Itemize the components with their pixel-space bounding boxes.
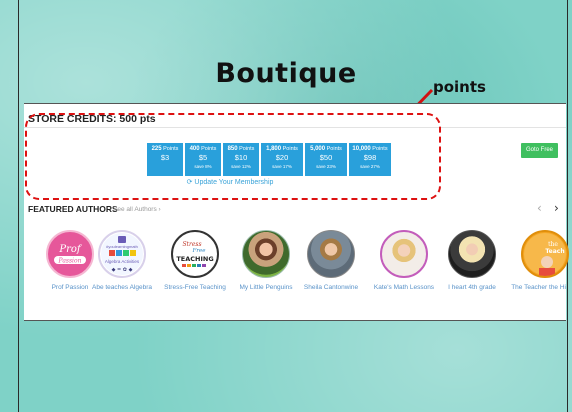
author-i-heart-4th-grade[interactable]: I heart 4th grade	[437, 230, 507, 293]
author-name: Stress-Free Teaching	[164, 284, 226, 291]
boutique-panel: STORE CREDITS: 500 pts 225 Points $3 400…	[24, 103, 569, 321]
package-225[interactable]: 225 Points $3	[147, 143, 183, 176]
package-points: 400	[189, 146, 200, 152]
points-packages: 225 Points $3 400 Points $5 save 8% 850 …	[147, 143, 391, 176]
author-abe-teaches-algebra[interactable]: #youlearningmath Algebra Activities ◆ = …	[87, 230, 157, 293]
package-400[interactable]: 400 Points $5 save 8%	[185, 143, 221, 176]
author-name: I heart 4th grade	[448, 284, 496, 291]
avatar	[307, 230, 355, 278]
package-save: save 27%	[360, 164, 380, 169]
divider	[24, 127, 566, 128]
svg-text:Prof: Prof	[58, 244, 83, 255]
featured-authors-title: FEATURED AUTHORS	[28, 204, 118, 214]
svg-text:Free: Free	[192, 248, 207, 254]
package-save: save 17%	[272, 164, 292, 169]
algebra-activities-logo-icon: #youlearningmath Algebra Activities ◆ = …	[101, 233, 143, 275]
author-name: The Teacher the Hi	[511, 284, 566, 291]
package-save: save 23%	[316, 164, 336, 169]
package-unit: Points	[282, 146, 298, 152]
author-stress-free-teaching[interactable]: Stress Free TEACHING Stress-Free Teachin…	[160, 230, 230, 293]
avatar: Stress Free TEACHING	[171, 230, 219, 278]
package-price: $10	[234, 153, 248, 162]
svg-text:Algebra Activities: Algebra Activities	[105, 259, 140, 264]
avatar	[380, 230, 428, 278]
the-teacher-logo-icon: the Teach	[524, 233, 566, 276]
svg-text:Stress: Stress	[182, 241, 201, 248]
author-my-little-penguins[interactable]: My Little Penguins	[231, 230, 301, 293]
package-5000[interactable]: 5,000 Points $50 save 23%	[305, 143, 347, 176]
svg-text:TEACHING: TEACHING	[176, 255, 213, 263]
svg-text:Passion: Passion	[58, 258, 82, 265]
package-unit: Points	[326, 146, 342, 152]
slide-title: Boutique	[215, 58, 357, 89]
avatar	[242, 230, 290, 278]
package-unit: Points	[163, 146, 179, 152]
goto-free-button[interactable]: Goto Free	[521, 143, 558, 158]
author-name: Kate's Math Lessons	[373, 284, 435, 291]
package-points: 10,000	[352, 146, 371, 152]
package-save: save 8%	[194, 164, 212, 169]
author-name: My Little Penguins	[239, 284, 293, 291]
package-price: $3	[160, 153, 170, 162]
package-points: 225	[151, 146, 162, 152]
avatar: the Teach	[521, 230, 569, 278]
svg-text:◆ = ✿ ◆: ◆ = ✿ ◆	[112, 267, 133, 273]
package-10000[interactable]: 10,000 Points $98 save 27%	[349, 143, 391, 176]
points-annotation: points	[433, 78, 486, 96]
stress-free-teaching-logo-icon: Stress Free TEACHING	[174, 233, 216, 275]
package-unit: Points	[239, 146, 255, 152]
author-the-teacher[interactable]: the Teach The Teacher the Hi	[510, 230, 572, 293]
package-850[interactable]: 850 Points $10 save 12%	[223, 143, 259, 176]
carousel-next-button[interactable]: ›	[554, 201, 559, 215]
update-membership-link[interactable]: ⟳ Update Your Membership	[24, 178, 436, 186]
package-points: 5,000	[310, 146, 326, 152]
author-name: Abe teaches Algebra	[92, 284, 152, 291]
author-kates-math-lessons[interactable]: Kate's Math Lessons	[369, 230, 439, 293]
svg-text:the: the	[548, 241, 558, 248]
see-all-authors-link[interactable]: See all Authors ›	[113, 206, 161, 213]
slide: Boutique points STORE CREDITS: 500 pts 2…	[0, 0, 572, 412]
carousel-prev-button[interactable]: ‹	[537, 201, 542, 215]
svg-text:#youlearningmath: #youlearningmath	[106, 244, 138, 249]
avatar	[448, 230, 496, 278]
avatar: #youlearningmath Algebra Activities ◆ = …	[98, 230, 146, 278]
package-price: $98	[363, 153, 377, 162]
refresh-icon: ⟳	[186, 179, 193, 186]
package-price: $50	[319, 153, 333, 162]
prof-passion-logo-icon: Prof Passion	[50, 234, 90, 274]
package-unit: Points	[372, 146, 388, 152]
package-points: 1,800	[266, 146, 282, 152]
svg-text:Teach: Teach	[545, 248, 564, 255]
package-price: $20	[275, 153, 289, 162]
package-price: $5	[198, 153, 208, 162]
package-points: 850	[227, 146, 238, 152]
author-sheila-cantonwine[interactable]: Sheila Cantonwine	[296, 230, 366, 293]
author-name: Sheila Cantonwine	[303, 284, 359, 291]
package-unit: Points	[201, 146, 217, 152]
store-credits-label: STORE CREDITS: 500 pts	[28, 113, 156, 125]
package-save: save 12%	[231, 164, 251, 169]
package-1800[interactable]: 1,800 Points $20 save 17%	[261, 143, 303, 176]
